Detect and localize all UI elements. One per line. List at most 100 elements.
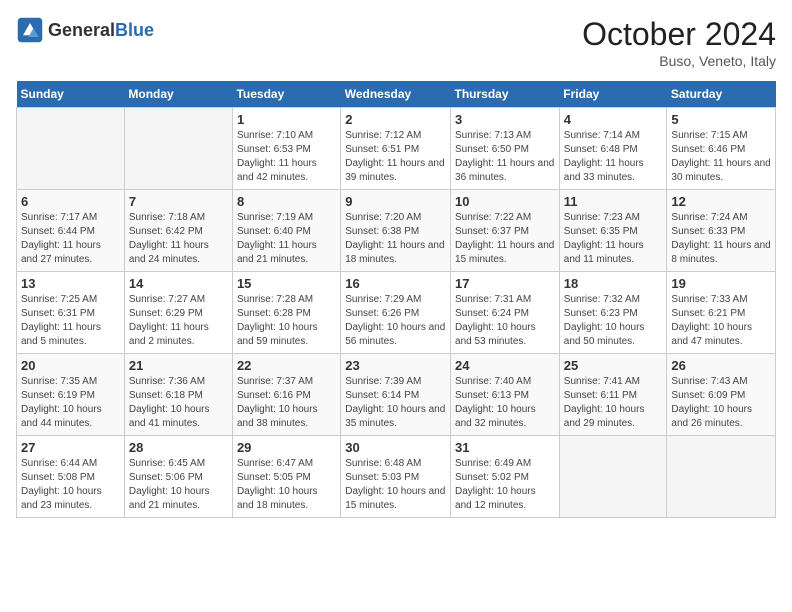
calendar-cell: 16Sunrise: 7:29 AMSunset: 6:26 PMDayligh… <box>341 272 451 354</box>
daylight: Daylight: 11 hours and 11 minutes. <box>564 239 663 267</box>
sunrise: Sunrise: 7:33 AM <box>671 293 771 307</box>
sunset: Sunset: 6:31 PM <box>21 307 120 321</box>
sunset: Sunset: 6:21 PM <box>671 307 771 321</box>
daylight: Daylight: 11 hours and 21 minutes. <box>237 239 336 267</box>
day-number: 5 <box>671 112 771 127</box>
calendar-cell: 25Sunrise: 7:41 AMSunset: 6:11 PMDayligh… <box>559 354 667 436</box>
sunset: Sunset: 5:02 PM <box>455 471 555 485</box>
header-row: SundayMondayTuesdayWednesdayThursdayFrid… <box>17 81 776 108</box>
daylight: Daylight: 11 hours and 33 minutes. <box>564 157 663 185</box>
sunrise: Sunrise: 7:20 AM <box>345 211 446 225</box>
sunset: Sunset: 6:09 PM <box>671 389 771 403</box>
day-number: 10 <box>455 194 555 209</box>
calendar-cell: 9Sunrise: 7:20 AMSunset: 6:38 PMDaylight… <box>341 190 451 272</box>
calendar-cell: 31Sunrise: 6:49 AMSunset: 5:02 PMDayligh… <box>451 436 560 518</box>
sunrise: Sunrise: 7:35 AM <box>21 375 120 389</box>
day-number: 15 <box>237 276 336 291</box>
daylight: Daylight: 10 hours and 50 minutes. <box>564 321 663 349</box>
sunset: Sunset: 6:46 PM <box>671 143 771 157</box>
daylight: Daylight: 10 hours and 44 minutes. <box>21 403 120 431</box>
day-info: Sunrise: 7:28 AMSunset: 6:28 PMDaylight:… <box>237 293 336 349</box>
sunset: Sunset: 6:16 PM <box>237 389 336 403</box>
day-number: 31 <box>455 440 555 455</box>
sunrise: Sunrise: 7:29 AM <box>345 293 446 307</box>
day-number: 13 <box>21 276 120 291</box>
sunrise: Sunrise: 7:12 AM <box>345 129 446 143</box>
day-info: Sunrise: 6:47 AMSunset: 5:05 PMDaylight:… <box>237 457 336 513</box>
daylight: Daylight: 10 hours and 47 minutes. <box>671 321 771 349</box>
sunrise: Sunrise: 7:19 AM <box>237 211 336 225</box>
sunrise: Sunrise: 6:49 AM <box>455 457 555 471</box>
day-number: 2 <box>345 112 446 127</box>
header-cell-sunday: Sunday <box>17 81 125 108</box>
sunrise: Sunrise: 6:44 AM <box>21 457 120 471</box>
day-info: Sunrise: 7:27 AMSunset: 6:29 PMDaylight:… <box>129 293 228 349</box>
day-number: 20 <box>21 358 120 373</box>
calendar-cell: 11Sunrise: 7:23 AMSunset: 6:35 PMDayligh… <box>559 190 667 272</box>
sunset: Sunset: 6:13 PM <box>455 389 555 403</box>
day-info: Sunrise: 7:36 AMSunset: 6:18 PMDaylight:… <box>129 375 228 431</box>
day-number: 23 <box>345 358 446 373</box>
day-info: Sunrise: 7:35 AMSunset: 6:19 PMDaylight:… <box>21 375 120 431</box>
daylight: Daylight: 10 hours and 21 minutes. <box>129 485 228 513</box>
sunset: Sunset: 5:06 PM <box>129 471 228 485</box>
calendar-cell <box>667 436 776 518</box>
day-number: 27 <box>21 440 120 455</box>
logo: GeneralBlue <box>16 16 154 44</box>
day-info: Sunrise: 7:39 AMSunset: 6:14 PMDaylight:… <box>345 375 446 431</box>
calendar-cell: 13Sunrise: 7:25 AMSunset: 6:31 PMDayligh… <box>17 272 125 354</box>
sunset: Sunset: 6:14 PM <box>345 389 446 403</box>
day-number: 21 <box>129 358 228 373</box>
calendar-cell: 15 Sunrise: 7:28 AMSunset: 6:28 PMDayligh… <box>232 272 340 354</box>
day-number: 17 <box>455 276 555 291</box>
day-info: Sunrise: 7:13 AMSunset: 6:50 PMDaylight:… <box>455 129 555 185</box>
day-info: Sunrise: 7:29 AMSunset: 6:26 PMDaylight:… <box>345 293 446 349</box>
daylight: Daylight: 11 hours and 27 minutes. <box>21 239 120 267</box>
sunrise: Sunrise: 7:40 AM <box>455 375 555 389</box>
daylight: Daylight: 11 hours and 2 minutes. <box>129 321 228 349</box>
daylight: Daylight: 10 hours and 32 minutes. <box>455 403 555 431</box>
daylight: Daylight: 10 hours and 35 minutes. <box>345 403 446 431</box>
calendar-cell: 10Sunrise: 7:22 AMSunset: 6:37 PMDayligh… <box>451 190 560 272</box>
day-info: Sunrise: 7:18 AMSunset: 6:42 PMDaylight:… <box>129 211 228 267</box>
sunrise: Sunrise: 6:45 AM <box>129 457 228 471</box>
day-info: Sunrise: 7:20 AMSunset: 6:38 PMDaylight:… <box>345 211 446 267</box>
logo-icon <box>16 16 44 44</box>
day-number: 12 <box>671 194 771 209</box>
day-info: Sunrise: 7:32 AMSunset: 6:23 PMDaylight:… <box>564 293 663 349</box>
sunset: Sunset: 6:48 PM <box>564 143 663 157</box>
sunrise: Sunrise: 7:39 AM <box>345 375 446 389</box>
header-cell-thursday: Thursday <box>451 81 560 108</box>
day-info: Sunrise: 7:33 AMSunset: 6:21 PMDaylight:… <box>671 293 771 349</box>
day-number: 30 <box>345 440 446 455</box>
calendar-cell: 26Sunrise: 7:43 AMSunset: 6:09 PMDayligh… <box>667 354 776 436</box>
daylight: Daylight: 10 hours and 15 minutes. <box>345 485 446 513</box>
calendar-cell: 17 Sunrise: 7:31 AMSunset: 6:24 PMDayligh… <box>451 272 560 354</box>
daylight: Daylight: 11 hours and 39 minutes. <box>345 157 446 185</box>
day-info: Sunrise: 7:17 AMSunset: 6:44 PMDaylight:… <box>21 211 120 267</box>
sunrise: Sunrise: 7:31 AM <box>455 293 555 307</box>
sunset: Sunset: 6:42 PM <box>129 225 228 239</box>
sunrise: Sunrise: 7:27 AM <box>129 293 228 307</box>
week-row-0: 1Sunrise: 7:10 AMSunset: 6:53 PMDaylight… <box>17 108 776 190</box>
day-info: Sunrise: 7:15 AMSunset: 6:46 PMDaylight:… <box>671 129 771 185</box>
day-number: 29 <box>237 440 336 455</box>
day-info: Sunrise: 6:48 AMSunset: 5:03 PMDaylight:… <box>345 457 446 513</box>
sunrise: Sunrise: 7:14 AM <box>564 129 663 143</box>
calendar-cell: 3Sunrise: 7:13 AMSunset: 6:50 PMDaylight… <box>451 108 560 190</box>
day-info: Sunrise: 7:31 AMSunset: 6:24 PMDaylight:… <box>455 293 555 349</box>
sunrise: Sunrise: 7:28 AM <box>237 293 336 307</box>
day-number: 7 <box>129 194 228 209</box>
logo-general: General <box>48 20 115 40</box>
sunset: Sunset: 6:50 PM <box>455 143 555 157</box>
week-row-1: 6Sunrise: 7:17 AMSunset: 6:44 PMDaylight… <box>17 190 776 272</box>
calendar-cell <box>559 436 667 518</box>
sunset: Sunset: 6:29 PM <box>129 307 228 321</box>
day-number: 25 <box>564 358 663 373</box>
sunrise: Sunrise: 7:23 AM <box>564 211 663 225</box>
calendar-cell <box>124 108 232 190</box>
sunrise: Sunrise: 7:17 AM <box>21 211 120 225</box>
daylight: Daylight: 10 hours and 56 minutes. <box>345 321 446 349</box>
daylight: Daylight: 10 hours and 53 minutes. <box>455 321 555 349</box>
daylight: Daylight: 11 hours and 30 minutes. <box>671 157 771 185</box>
